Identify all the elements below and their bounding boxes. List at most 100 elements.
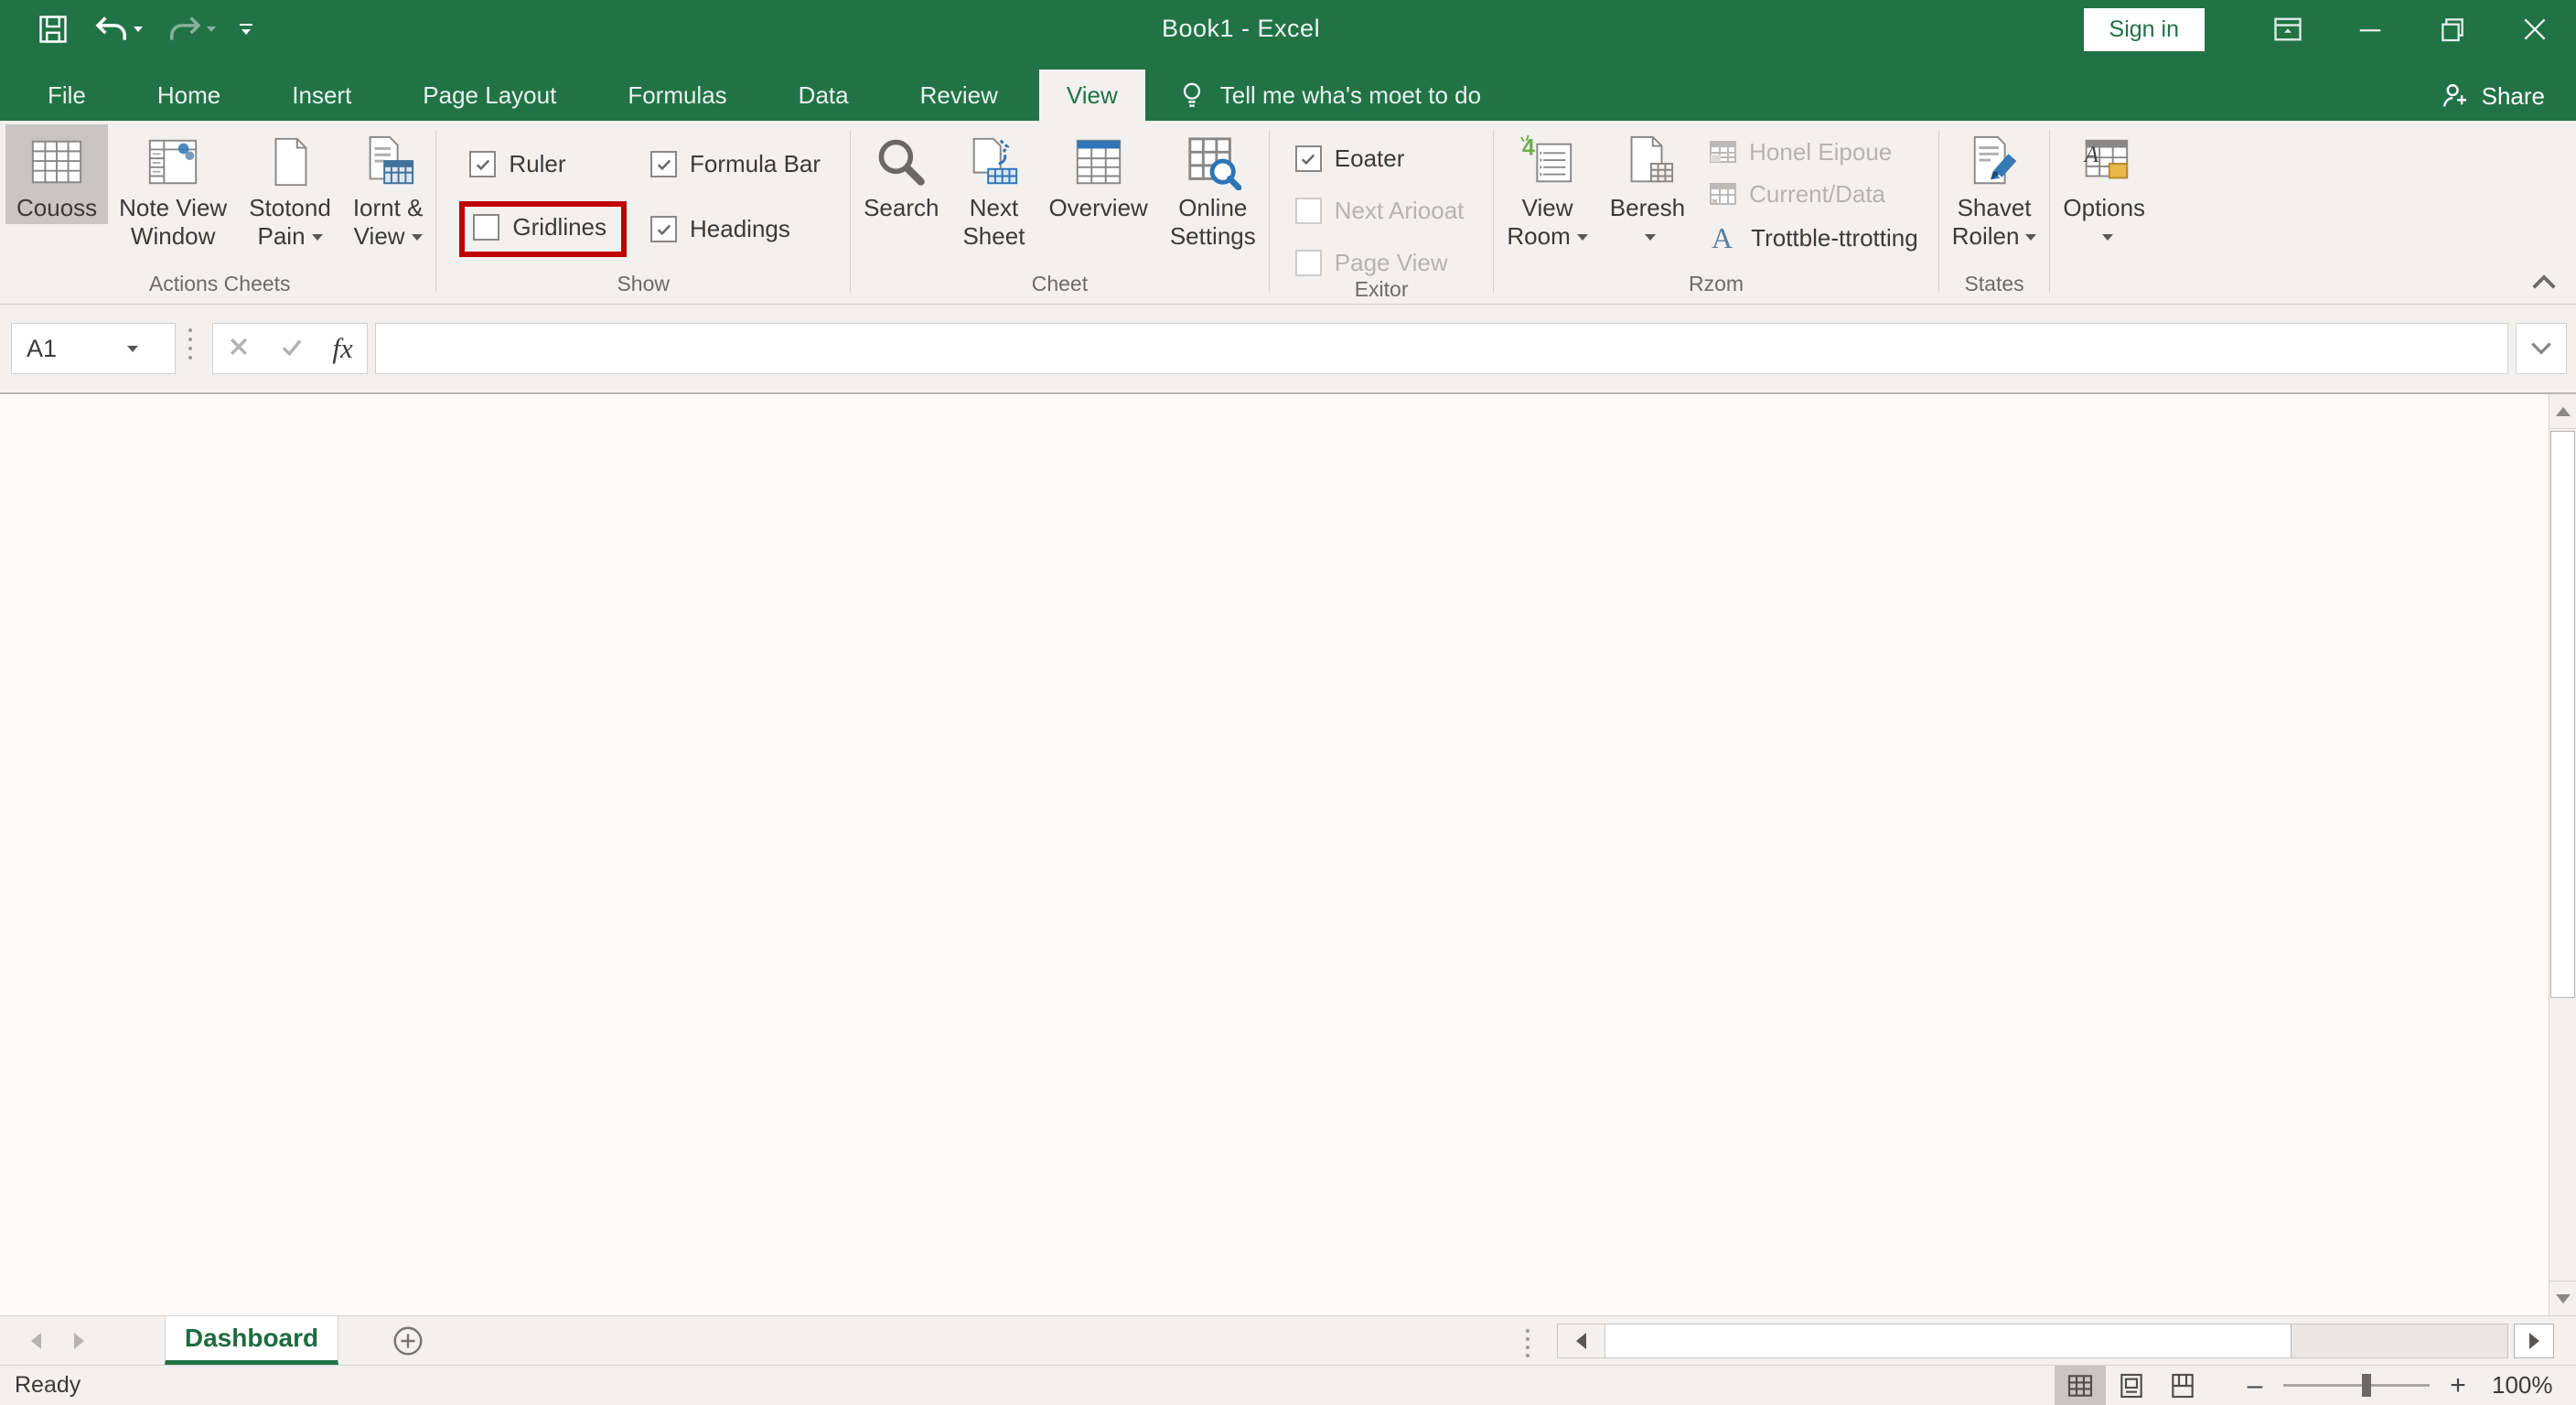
sheet-nav-arrows [31,1333,84,1349]
tab-data[interactable]: Data [771,70,876,121]
small-button-label: Current/Data [1749,180,1885,209]
name-box-input[interactable] [12,335,122,363]
name-box-dropdown-icon[interactable] [127,346,138,352]
tell-me-label: Tell me wha's moet to do [1220,81,1481,110]
tab-view[interactable]: View [1039,70,1145,121]
scroll-right-icon[interactable] [2514,1324,2554,1358]
stotond-pain-button[interactable]: Stotond Pain [238,124,342,252]
group-divider [1938,130,1939,293]
minimize-button[interactable] [2329,0,2411,59]
save-icon[interactable] [37,13,70,46]
scroll-up-icon[interactable] [2549,394,2576,429]
group-label: Actions Cheets [5,272,434,304]
page-pen-icon [1966,130,2023,194]
collapse-ribbon-icon[interactable] [2530,272,2558,296]
view-shortcut-buttons [2055,1366,2208,1405]
trottble-ttrotting-button[interactable]: A Trottble-ttrotting [1709,221,1918,254]
zoom-slider-thumb[interactable] [2362,1374,2371,1397]
small-table-icon [1709,179,1738,209]
title-bar: Book1 - Excel Sign in [0,0,2576,59]
beresh-button[interactable]: Beresh [1599,124,1696,252]
zoom-in-button[interactable]: + [2446,1370,2470,1401]
small-button-label: Trottble-ttrotting [1751,224,1918,252]
scroll-left-icon[interactable] [1558,1325,1605,1357]
tell-me-box[interactable]: Tell me wha's moet to do [1176,70,1481,121]
note-view-window-button[interactable]: Note View Window [108,124,238,252]
blank-page-icon [262,130,318,194]
window-title: Book1 - Excel [1162,15,1320,43]
checkbox-gridlines[interactable]: Gridlines [473,213,606,241]
zoom-level-label[interactable]: 100% [2492,1371,2553,1400]
horizontal-scrollbar-thumb[interactable] [1605,1325,2292,1357]
checkbox-box [650,216,677,242]
restore-button[interactable] [2411,0,2494,59]
status-bar: Ready – + 100% [0,1365,2576,1405]
insert-function-button[interactable]: fx [332,332,352,365]
tab-page-layout[interactable]: Page Layout [395,70,584,121]
options-button[interactable]: A Options [2052,124,2156,252]
shavet-roilen-button[interactable]: Shavet Roilen [1941,124,2048,252]
group-states: Shavet Roilen States [1941,121,2048,304]
tab-file[interactable]: File [20,70,113,121]
tab-formulas[interactable]: Formulas [600,70,754,121]
checkbox-formula-bar[interactable]: Formula Bar [650,150,821,178]
group-rzom: 4 View Room Beresh Honel Eipoue [1496,121,1936,304]
formula-bar-splitter[interactable] [188,328,192,359]
checkbox-label: Ruler [509,150,565,178]
checkbox-headings[interactable]: Headings [650,215,821,243]
share-button[interactable]: Share [2440,80,2545,112]
next-sheet-button[interactable]: Next Sheet [950,124,1037,252]
enter-check-icon[interactable] [279,335,305,363]
tab-scrollbar-splitter[interactable] [1526,1329,1530,1357]
note-view-icon [145,130,201,194]
sign-in-button[interactable]: Sign in [2084,8,2205,51]
worksheet-canvas[interactable] [0,393,2576,1315]
iornt-view-button[interactable]: Iornt & View [342,124,435,252]
ribbon-display-options-icon[interactable] [2247,0,2329,59]
table-search-icon [1185,130,1241,194]
tab-review[interactable]: Review [893,70,1025,121]
vertical-scrollbar[interactable] [2549,394,2576,1315]
expand-formula-bar-icon[interactable] [2516,323,2567,374]
page-break-preview-icon[interactable] [2157,1366,2208,1405]
formula-input[interactable] [376,324,2507,373]
name-box[interactable] [11,323,176,374]
page-layout-view-icon[interactable] [2106,1366,2157,1405]
group-options: A Options [2052,121,2156,304]
redo-dropdown-icon[interactable] [207,27,216,32]
scroll-down-icon[interactable] [2549,1281,2576,1315]
group-exitor: Eoater Next Ariooat Page View Exitor [1272,121,1492,304]
view-room-button[interactable]: 4 View Room [1496,124,1598,252]
undo-dropdown-icon[interactable] [134,27,143,32]
online-settings-button[interactable]: Online Settings [1159,124,1267,252]
sheet-tab-bar: Dashboard [0,1315,2576,1365]
ribbon-tab-row: File Home Insert Page Layout Formulas Da… [0,59,2576,121]
checkbox-box [1295,198,1322,224]
new-sheet-icon[interactable] [392,1325,424,1362]
couoss-button[interactable]: Couoss [5,124,108,224]
close-button[interactable] [2494,0,2576,59]
normal-view-icon[interactable] [2055,1366,2106,1405]
checkbox-ruler[interactable]: Ruler [469,150,610,178]
formula-input-box[interactable] [375,323,2508,374]
previous-sheet-icon[interactable] [31,1333,41,1349]
zoom-out-button[interactable]: – [2243,1370,2267,1401]
search-button[interactable]: Search [853,124,950,224]
vertical-scrollbar-thumb[interactable] [2550,431,2575,998]
zoom-slider[interactable] [2283,1384,2430,1387]
page-table-icon [360,130,416,194]
checkbox-eoater[interactable]: Eoater [1295,145,1465,173]
cancel-icon[interactable] [227,335,251,363]
overview-button[interactable]: Overview [1037,124,1158,224]
redo-button[interactable] [166,13,216,46]
horizontal-scrollbar[interactable] [1557,1324,2508,1358]
customize-quick-access-icon[interactable] [240,24,252,35]
next-sheet-icon[interactable] [74,1333,84,1349]
undo-button[interactable] [93,13,143,46]
gridlines-highlight-box: Gridlines [459,201,627,257]
checkbox-box [1295,145,1322,172]
tab-insert[interactable]: Insert [264,70,379,121]
sheet-tab-dashboard[interactable]: Dashboard [165,1316,338,1365]
tab-home[interactable]: Home [130,70,248,121]
options-table-icon: A [2076,130,2132,194]
